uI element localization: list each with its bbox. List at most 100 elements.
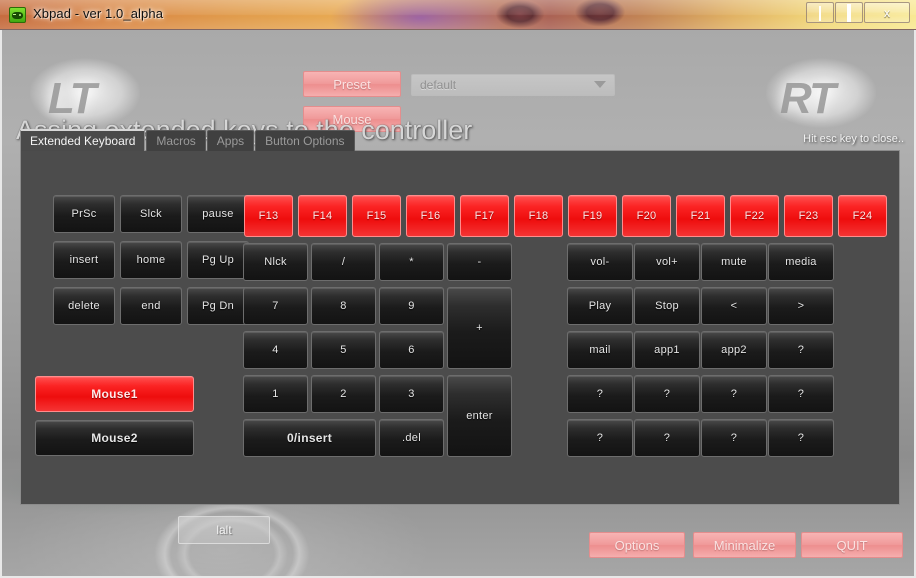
key-delete[interactable]: delete <box>53 287 115 325</box>
maximize-window-button[interactable] <box>835 2 863 23</box>
key-label: ? <box>730 432 738 444</box>
key-1[interactable]: 1 <box>243 375 308 413</box>
key-enter[interactable]: enter <box>447 375 512 457</box>
key-f15[interactable]: F15 <box>352 195 401 237</box>
key-label: home <box>136 254 166 266</box>
key-app1[interactable]: app1 <box>634 331 700 369</box>
key-[interactable]: ? <box>768 331 834 369</box>
key-label: F18 <box>528 210 549 222</box>
tab-button-options[interactable]: Button Options <box>255 130 355 151</box>
key-label: enter <box>466 410 493 422</box>
tab-macros[interactable]: Macros <box>146 130 206 151</box>
key-[interactable]: ? <box>567 375 633 413</box>
key-[interactable]: + <box>447 287 512 369</box>
key-f21[interactable]: F21 <box>676 195 725 237</box>
footer-actions: Options Minimalize QUIT <box>2 532 914 572</box>
key-mail[interactable]: mail <box>567 331 633 369</box>
key-7[interactable]: 7 <box>243 287 308 325</box>
key-label: F15 <box>366 210 387 222</box>
key-stop[interactable]: Stop <box>634 287 700 325</box>
key-vol[interactable]: vol+ <box>634 243 700 281</box>
key-[interactable]: / <box>311 243 376 281</box>
key-label: < <box>730 300 738 312</box>
tab-label: Extended Keyboard <box>30 134 136 148</box>
key-[interactable]: ? <box>768 419 834 457</box>
key-[interactable]: ? <box>701 419 767 457</box>
key-[interactable]: < <box>701 287 767 325</box>
key-vol[interactable]: vol- <box>567 243 633 281</box>
preset-button[interactable]: Preset <box>303 71 401 97</box>
key-[interactable]: ? <box>701 375 767 413</box>
tab-extended-keyboard[interactable]: Extended Keyboard <box>20 129 146 151</box>
key-label: PrSc <box>71 208 97 220</box>
key-label: + <box>476 322 483 334</box>
preset-select[interactable]: default <box>411 74 615 96</box>
key-home[interactable]: home <box>120 241 182 279</box>
window-controls: x <box>805 2 910 24</box>
key-label: F14 <box>312 210 333 222</box>
key-slck[interactable]: Slck <box>120 195 182 233</box>
key-nlck[interactable]: Nlck <box>243 243 308 281</box>
key-app2[interactable]: app2 <box>701 331 767 369</box>
key-0insert[interactable]: 0/insert <box>243 419 376 457</box>
key-f14[interactable]: F14 <box>298 195 347 237</box>
key-f13[interactable]: F13 <box>244 195 293 237</box>
key-8[interactable]: 8 <box>311 287 376 325</box>
quit-button[interactable]: QUIT <box>801 532 903 558</box>
application-window: Xbpad - ver 1.0_alpha x LT RT Preset Mou… <box>0 0 916 578</box>
key-[interactable]: * <box>379 243 444 281</box>
close-window-button[interactable]: x <box>864 2 910 23</box>
key-[interactable]: - <box>447 243 512 281</box>
key-label: app2 <box>721 344 747 356</box>
key-label: F21 <box>690 210 711 222</box>
key-f17[interactable]: F17 <box>460 195 509 237</box>
key-9[interactable]: 9 <box>379 287 444 325</box>
key-media[interactable]: media <box>768 243 834 281</box>
key-mute[interactable]: mute <box>701 243 767 281</box>
key-label: .del <box>402 432 421 444</box>
key-play[interactable]: Play <box>567 287 633 325</box>
key-label: Play <box>588 300 612 312</box>
key-f16[interactable]: F16 <box>406 195 455 237</box>
key-f18[interactable]: F18 <box>514 195 563 237</box>
key-2[interactable]: 2 <box>311 375 376 413</box>
key-f19[interactable]: F19 <box>568 195 617 237</box>
extended-keyboard-panel: PrSc Slck pause insert home Pg Up delete end Pg … <box>20 150 900 505</box>
key-label: ? <box>663 388 671 400</box>
key-pause[interactable]: pause <box>187 195 249 233</box>
minimize-window-button[interactable] <box>806 2 834 23</box>
key-pgup[interactable]: Pg Up <box>187 241 249 279</box>
key-5[interactable]: 5 <box>311 331 376 369</box>
key-f24[interactable]: F24 <box>838 195 887 237</box>
key-prsc[interactable]: PrSc <box>53 195 115 233</box>
key-3[interactable]: 3 <box>379 375 444 413</box>
key-label: F16 <box>420 210 441 222</box>
key-label: 8 <box>340 300 347 312</box>
key-f20[interactable]: F20 <box>622 195 671 237</box>
key-label: Pg Up <box>201 254 235 266</box>
key-f23[interactable]: F23 <box>784 195 833 237</box>
tab-apps[interactable]: Apps <box>206 130 255 151</box>
minimalize-button[interactable]: Minimalize <box>693 532 796 558</box>
key-[interactable]: ? <box>768 375 834 413</box>
key-del[interactable]: .del <box>379 419 444 457</box>
options-button[interactable]: Options <box>589 532 685 558</box>
key-f22[interactable]: F22 <box>730 195 779 237</box>
key-[interactable]: ? <box>634 375 700 413</box>
key-[interactable]: ? <box>634 419 700 457</box>
key-mouse1[interactable]: Mouse1 <box>35 376 194 412</box>
key-pgdn[interactable]: Pg Dn <box>187 287 249 325</box>
key-label: delete <box>68 300 100 312</box>
key-6[interactable]: 6 <box>379 331 444 369</box>
minimize-icon <box>819 5 821 21</box>
key-[interactable]: > <box>768 287 834 325</box>
key-4[interactable]: 4 <box>243 331 308 369</box>
key-insert[interactable]: insert <box>53 241 115 279</box>
key-label: mail <box>589 344 611 356</box>
key-[interactable]: ? <box>567 419 633 457</box>
key-label: Stop <box>655 300 679 312</box>
key-label: F24 <box>852 210 873 222</box>
key-end[interactable]: end <box>120 287 182 325</box>
key-label: F20 <box>636 210 657 222</box>
key-mouse2[interactable]: Mouse2 <box>35 420 194 456</box>
